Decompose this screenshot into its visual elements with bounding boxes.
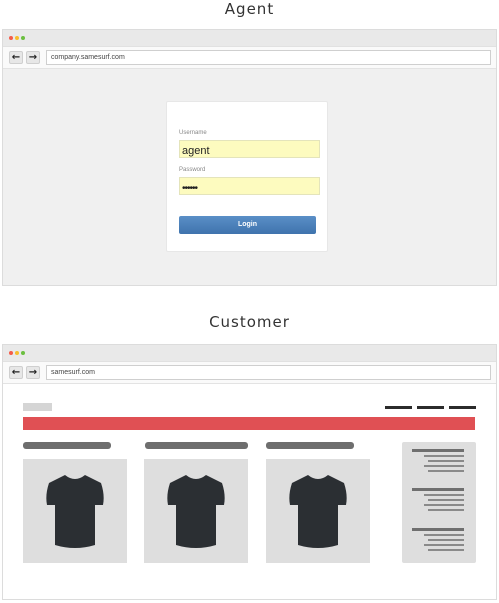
tshirt-icon bbox=[167, 475, 225, 548]
tshirt-icon bbox=[46, 475, 104, 548]
password-label: Password bbox=[179, 167, 206, 173]
sidebar-heading-3[interactable] bbox=[412, 528, 464, 531]
nav-link-3[interactable] bbox=[449, 406, 476, 409]
agent-titlebar bbox=[3, 30, 496, 47]
sidebar-line[interactable] bbox=[424, 465, 464, 467]
hero-banner[interactable] bbox=[23, 417, 475, 430]
sidebar-line[interactable] bbox=[424, 455, 464, 457]
product-card-1[interactable] bbox=[23, 459, 127, 563]
sidebar-line[interactable] bbox=[424, 544, 464, 546]
agent-navbar: ← → company.samesurf.com bbox=[3, 47, 496, 69]
username-label: Username bbox=[179, 130, 207, 136]
agent-page: Username agent Password •••••• Login bbox=[3, 69, 496, 285]
agent-title: Agent bbox=[224, 0, 275, 18]
sidebar-panel bbox=[402, 442, 476, 563]
agent-browser-window: ← → company.samesurf.com Username agent … bbox=[2, 29, 497, 286]
product-card-3[interactable] bbox=[266, 459, 370, 563]
customer-page bbox=[3, 384, 496, 598]
customer-navbar: ← → samesurf.com bbox=[3, 362, 496, 384]
sidebar-line[interactable] bbox=[428, 470, 464, 472]
close-window-dot[interactable] bbox=[9, 351, 13, 355]
sidebar-line[interactable] bbox=[428, 509, 464, 511]
site-logo-placeholder[interactable] bbox=[23, 403, 52, 411]
product-card-2[interactable] bbox=[144, 459, 248, 563]
maximize-window-dot[interactable] bbox=[21, 36, 25, 40]
sidebar-line[interactable] bbox=[428, 460, 464, 462]
nav-link-2[interactable] bbox=[417, 406, 444, 409]
back-arrow-icon[interactable]: ← bbox=[9, 51, 23, 64]
username-field[interactable]: agent bbox=[179, 140, 320, 158]
forward-arrow-icon[interactable]: → bbox=[26, 366, 40, 379]
sidebar-line[interactable] bbox=[428, 539, 464, 541]
tshirt-icon bbox=[289, 475, 347, 548]
sidebar-line[interactable] bbox=[424, 534, 464, 536]
product-title-3[interactable] bbox=[266, 442, 354, 449]
sidebar-line[interactable] bbox=[428, 549, 464, 551]
username-value: agent bbox=[182, 145, 210, 157]
login-card: Username agent Password •••••• Login bbox=[166, 101, 328, 252]
password-field[interactable]: •••••• bbox=[179, 177, 320, 195]
maximize-window-dot[interactable] bbox=[21, 351, 25, 355]
sidebar-line[interactable] bbox=[424, 494, 464, 496]
customer-titlebar bbox=[3, 345, 496, 362]
password-value: •••••• bbox=[182, 183, 198, 194]
sidebar-line[interactable] bbox=[424, 504, 464, 506]
sidebar-heading-1[interactable] bbox=[412, 449, 464, 452]
sidebar-heading-2[interactable] bbox=[412, 488, 464, 491]
customer-browser-window: ← → samesurf.com bbox=[2, 344, 497, 600]
nav-link-1[interactable] bbox=[385, 406, 412, 409]
agent-address-bar[interactable]: company.samesurf.com bbox=[46, 50, 491, 65]
back-arrow-icon[interactable]: ← bbox=[9, 366, 23, 379]
customer-title: Customer bbox=[209, 313, 290, 331]
forward-arrow-icon[interactable]: → bbox=[26, 51, 40, 64]
minimize-window-dot[interactable] bbox=[15, 351, 19, 355]
product-title-1[interactable] bbox=[23, 442, 111, 449]
login-button[interactable]: Login bbox=[179, 216, 316, 234]
sidebar-line[interactable] bbox=[428, 499, 464, 501]
minimize-window-dot[interactable] bbox=[15, 36, 19, 40]
close-window-dot[interactable] bbox=[9, 36, 13, 40]
customer-address-bar[interactable]: samesurf.com bbox=[46, 365, 491, 380]
product-title-2[interactable] bbox=[145, 442, 248, 449]
